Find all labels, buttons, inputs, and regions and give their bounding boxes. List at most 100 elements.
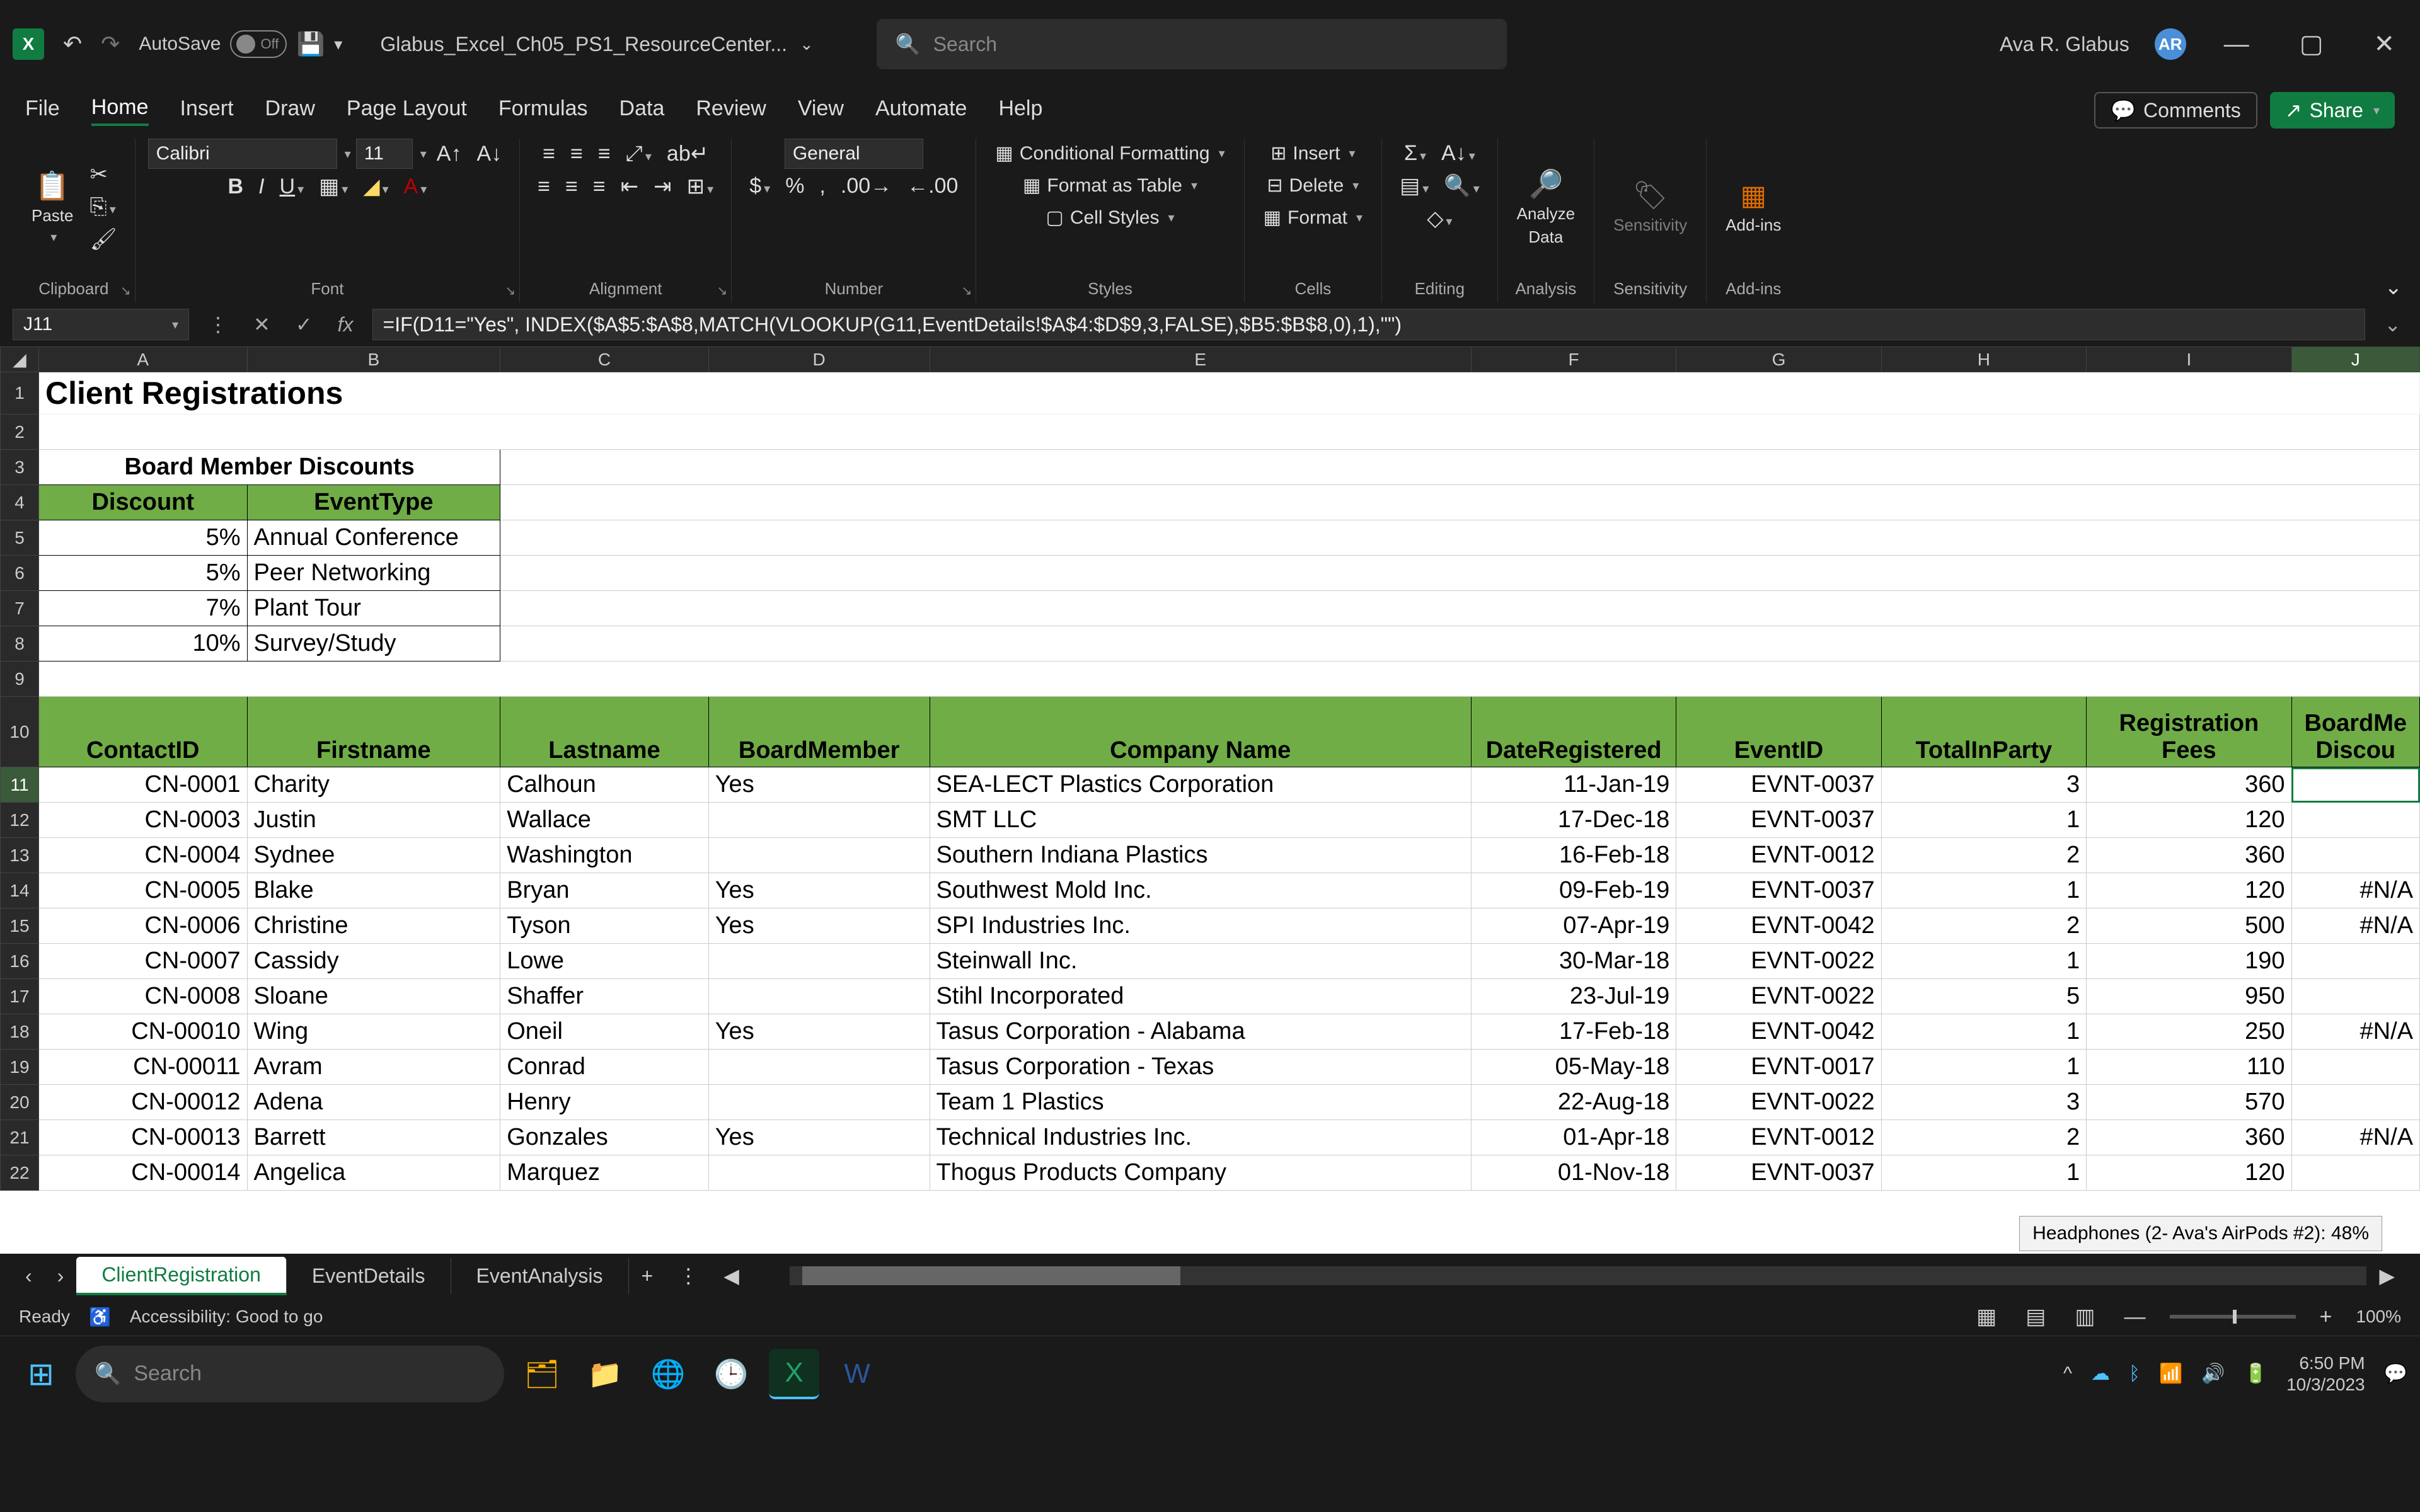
tab-home[interactable]: Home (91, 95, 149, 126)
taskbar-clock[interactable]: 6:50 PM 10/3/2023 (2286, 1353, 2365, 1395)
tab-help[interactable]: Help (998, 96, 1042, 125)
cell[interactable]: Cassidy (247, 944, 500, 979)
cell[interactable] (39, 662, 2420, 697)
cell[interactable]: 11-Jan-19 (1471, 767, 1676, 803)
tab-automate[interactable]: Automate (875, 96, 967, 125)
row-header-2[interactable]: 2 (1, 415, 39, 450)
col-header-I[interactable]: I (2087, 347, 2291, 372)
cell[interactable]: CN-0003 (39, 803, 248, 838)
minimize-button[interactable]: — (2211, 30, 2262, 59)
cell[interactable]: Thogus Products Company (930, 1155, 1471, 1191)
row-header-14[interactable]: 14 (1, 873, 39, 908)
align-bottom-button[interactable]: ≡ (593, 139, 616, 169)
cell[interactable] (2291, 838, 2419, 873)
col-header-C[interactable]: C (500, 347, 709, 372)
cell[interactable]: 120 (2087, 1155, 2291, 1191)
copy-button[interactable]: ⎘▾ (85, 192, 122, 222)
cell[interactable]: 10% (39, 626, 248, 662)
format-painter-button[interactable]: 🖌 (85, 224, 122, 255)
cell[interactable]: Calhoun (500, 767, 709, 803)
new-sheet-button[interactable]: + (629, 1264, 666, 1288)
cell[interactable]: 1 (1881, 944, 2086, 979)
cell[interactable]: 09-Feb-19 (1471, 873, 1676, 908)
cell[interactable]: Survey/Study (247, 626, 500, 662)
cell[interactable]: CN-0004 (39, 838, 248, 873)
tray-chevron-icon[interactable]: ^ (2063, 1363, 2072, 1385)
cell[interactable]: Sloane (247, 979, 500, 1014)
row-header-7[interactable]: 7 (1, 591, 39, 626)
row-header-15[interactable]: 15 (1, 908, 39, 944)
tab-review[interactable]: Review (696, 96, 766, 125)
normal-view-button[interactable]: ▦ (1971, 1302, 2002, 1332)
paste-button[interactable]: 📋 Paste ▾ (25, 166, 80, 249)
cell[interactable]: Oneil (500, 1014, 709, 1050)
formula-input[interactable]: =IF(D11="Yes", INDEX($A$5:$A$8,MATCH(VLO… (372, 309, 2366, 340)
expand-formula-bar-button[interactable]: ⌄ (2378, 312, 2407, 336)
cell[interactable]: #N/A (2291, 908, 2419, 944)
cell[interactable]: CN-00011 (39, 1050, 248, 1085)
cell[interactable]: Washington (500, 838, 709, 873)
horizontal-scrollbar[interactable] (790, 1266, 2367, 1285)
number-launcher[interactable]: ↘ (962, 283, 972, 299)
cell[interactable]: 01-Nov-18 (1471, 1155, 1676, 1191)
row-header-21[interactable]: 21 (1, 1120, 39, 1155)
tabs-menu-button[interactable]: ⋮ (666, 1264, 711, 1288)
cell[interactable]: Wallace (500, 803, 709, 838)
tab-view[interactable]: View (798, 96, 844, 125)
sheet-tab-analysis[interactable]: EventAnalysis (451, 1258, 629, 1294)
fill-button[interactable]: ▤▾ (1395, 171, 1434, 201)
row-header-13[interactable]: 13 (1, 838, 39, 873)
sheet-tab-client[interactable]: ClientRegistration (76, 1257, 287, 1295)
row-header-11[interactable]: 11 (1, 767, 39, 803)
cell[interactable]: 5 (1881, 979, 2086, 1014)
cell[interactable] (708, 1050, 930, 1085)
align-right-button[interactable]: ≡ (588, 172, 611, 202)
table-header[interactable]: BoardMember (708, 697, 930, 767)
cell[interactable]: Adena (247, 1085, 500, 1120)
cell[interactable]: Tasus Corporation - Alabama (930, 1014, 1471, 1050)
taskbar-clock-icon[interactable]: 🕒 (706, 1349, 756, 1399)
row-header-6[interactable]: 6 (1, 556, 39, 591)
comma-button[interactable]: , (814, 171, 830, 201)
row-header-19[interactable]: 19 (1, 1050, 39, 1085)
qat-more-button[interactable]: ▾ (334, 35, 342, 54)
cell[interactable]: CN-00010 (39, 1014, 248, 1050)
cell[interactable]: Christine (247, 908, 500, 944)
select-all-corner[interactable]: ◢ (1, 347, 39, 372)
cell-styles-button[interactable]: ▢Cell Styles▾ (1039, 203, 1180, 232)
row-header-16[interactable]: 16 (1, 944, 39, 979)
delete-cells-button[interactable]: ⊟Delete▾ (1260, 171, 1365, 200)
row-header-5[interactable]: 5 (1, 520, 39, 556)
row-header-22[interactable]: 22 (1, 1155, 39, 1191)
cell[interactable]: Yes (708, 767, 930, 803)
enter-formula-button[interactable]: ✓ (289, 312, 319, 336)
accounting-format-button[interactable]: $▾ (744, 171, 775, 201)
cell[interactable]: 2 (1881, 1120, 2086, 1155)
cell[interactable]: CN-0006 (39, 908, 248, 944)
cell[interactable]: SPI Industries Inc. (930, 908, 1471, 944)
save-button[interactable]: 💾 (296, 31, 325, 57)
cell[interactable]: 500 (2087, 908, 2291, 944)
col-header-G[interactable]: G (1676, 347, 1881, 372)
battery-icon[interactable]: 🔋 (2244, 1363, 2267, 1385)
wrap-text-button[interactable]: ab↵ (662, 139, 713, 169)
cell[interactable]: 3 (1881, 1085, 2086, 1120)
cell[interactable]: Justin (247, 803, 500, 838)
decrease-decimal-button[interactable]: ←.00 (902, 171, 963, 201)
table-header[interactable]: Registration Fees (2087, 697, 2291, 767)
cell[interactable]: 120 (2087, 803, 2291, 838)
font-size-selector[interactable]: 11 (356, 139, 413, 169)
cell[interactable]: CN-0007 (39, 944, 248, 979)
close-button[interactable]: ✕ (2361, 30, 2407, 59)
shrink-font-button[interactable]: A↓ (471, 139, 507, 169)
sort-filter-button[interactable]: A↓▾ (1436, 139, 1480, 168)
cell[interactable]: Steinwall Inc. (930, 944, 1471, 979)
row-header-1[interactable]: 1 (1, 372, 39, 415)
cell[interactable]: 22-Aug-18 (1471, 1085, 1676, 1120)
cell[interactable]: EVNT-0042 (1676, 908, 1881, 944)
cell[interactable]: #N/A (2291, 873, 2419, 908)
bold-button[interactable]: B (223, 172, 249, 202)
zoom-out-button[interactable]: — (2119, 1302, 2151, 1332)
cell[interactable]: #N/A (2291, 1120, 2419, 1155)
row-header-10[interactable]: 10 (1, 697, 39, 767)
